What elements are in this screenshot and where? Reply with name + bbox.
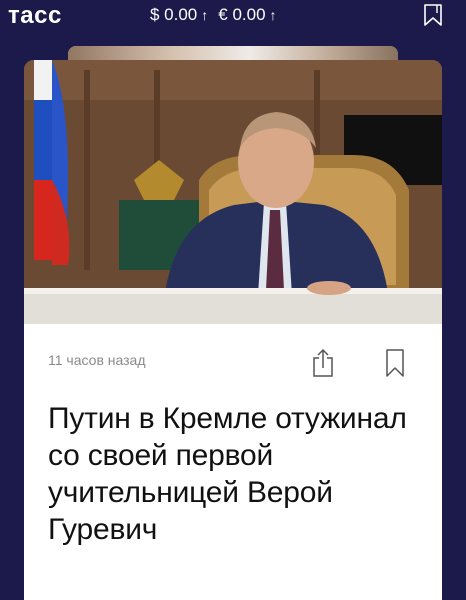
top-bar: тасс $ 0.00 ↑ € 0.00 ↑ xyxy=(0,0,466,34)
article-time: 11 часов назад xyxy=(48,352,146,368)
arrow-up-icon: ↑ xyxy=(201,7,209,23)
bookmark-icon[interactable] xyxy=(423,4,443,26)
article-headline[interactable]: Путин в Кремле отужинал со своей первой … xyxy=(48,400,438,548)
arrow-up-icon: ↑ xyxy=(269,7,277,23)
article-photo xyxy=(24,60,442,324)
share-icon[interactable] xyxy=(312,348,334,378)
currency-rates: $ 0.00 ↑ € 0.00 ↑ xyxy=(150,5,277,25)
usd-rate-value: $ 0.00 xyxy=(150,5,198,24)
eur-rate: € 0.00 ↑ xyxy=(218,5,276,25)
eur-rate-value: € 0.00 xyxy=(218,5,266,24)
news-card[interactable]: 11 часов назад Путин в Кремле отужинал с… xyxy=(24,60,442,600)
usd-rate: $ 0.00 ↑ xyxy=(150,5,208,25)
bookmark-icon[interactable] xyxy=(384,348,406,378)
tass-logo[interactable]: тасс xyxy=(8,2,62,30)
